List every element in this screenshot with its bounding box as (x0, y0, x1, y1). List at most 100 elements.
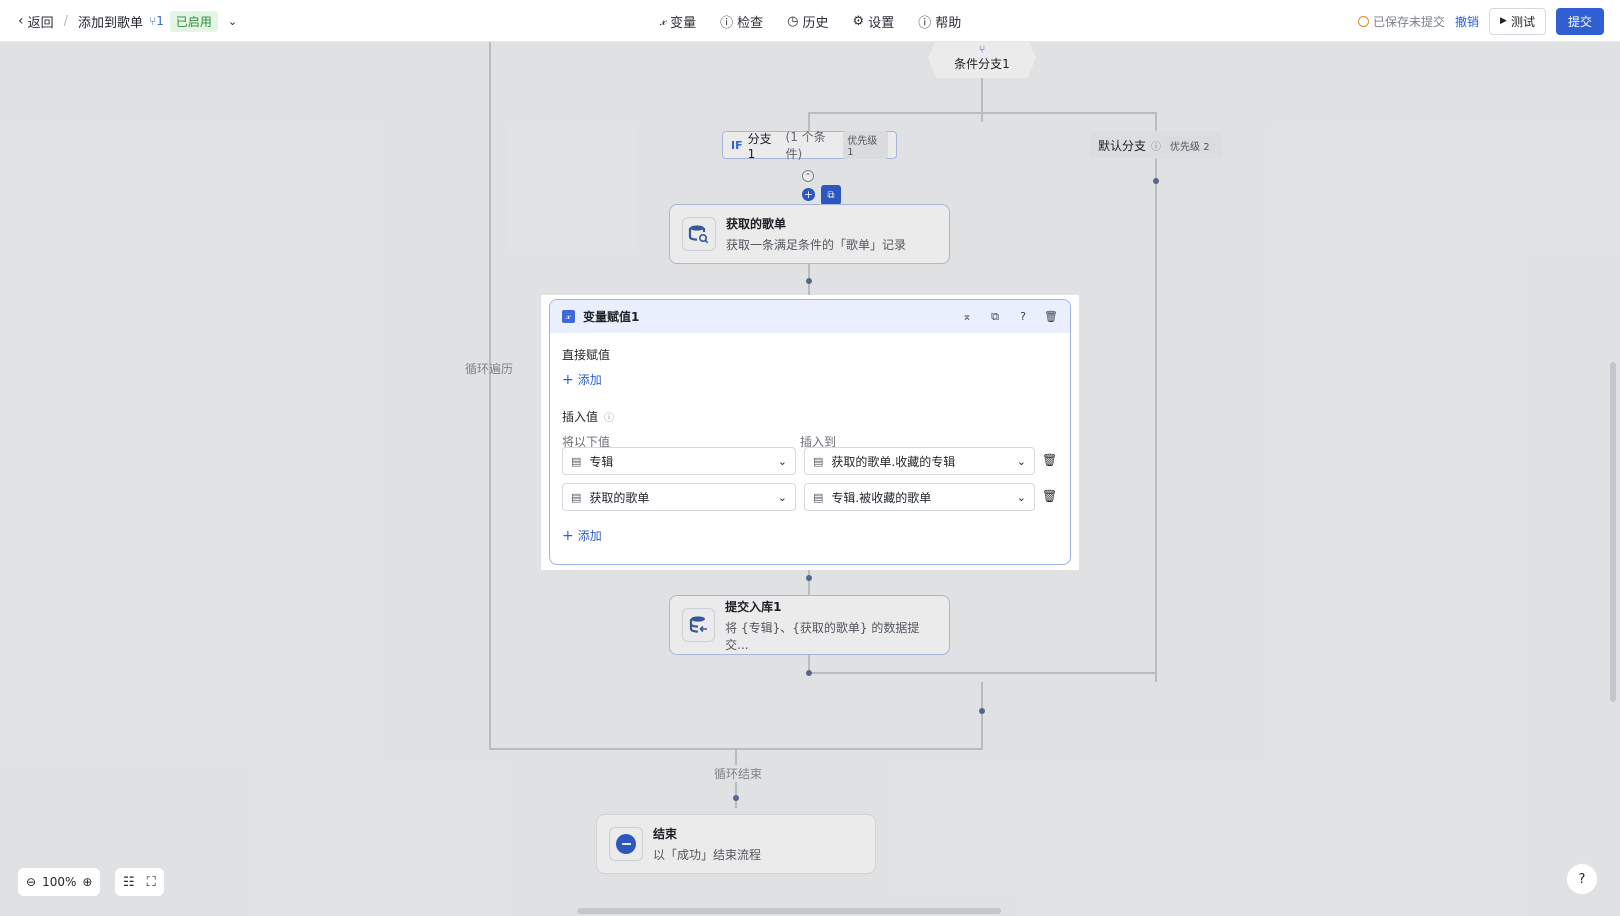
connector-dot (733, 795, 739, 801)
collapse-icon[interactable]: ⌃ (802, 170, 814, 182)
history-label: 历史 (802, 15, 829, 31)
add-direct-button[interactable]: + 添加 (562, 371, 602, 388)
node-text: 提交入库1 将 {专辑}、{获取的歌单} 的数据提交... (725, 598, 937, 653)
database-submit-icon (682, 608, 716, 642)
add-label: 添加 (577, 529, 602, 543)
info-circle-icon: ⓘ (720, 15, 734, 31)
add-insert-button[interactable]: + 添加 (562, 527, 602, 544)
vertical-scrollbar[interactable] (1610, 362, 1616, 702)
variables-button[interactable]: 𝓍 变量 (660, 12, 696, 31)
version-number: 1 (156, 14, 164, 28)
to-select-value: 专辑.被收藏的歌单 (831, 490, 932, 505)
variable-assign-panel: 𝓍 变量赋值1 ⌅ ⧉ ? 🗑 直接赋值 + 添加 插入值 ⓘ 将以下值 插入到 … (541, 295, 1079, 570)
to-select[interactable]: ▤ 专辑.被收藏的歌单 ⌄ (804, 483, 1035, 511)
submit-button[interactable]: 提交 (1555, 7, 1604, 35)
horizontal-scrollbar[interactable] (577, 908, 1001, 914)
check-button[interactable]: ⓘ 检查 (720, 12, 763, 31)
assign-icon: 𝓍 (562, 310, 575, 323)
help-button[interactable]: ⓘ 帮助 (918, 12, 961, 31)
if-branch-tag[interactable]: IF 分支 1 (1 个条件) 优先级 1 (722, 130, 897, 161)
chevron-left-icon: ‹ (18, 13, 24, 29)
submit-db-node[interactable]: 提交入库1 将 {专辑}、{获取的歌单} 的数据提交... (669, 595, 950, 655)
insert-section-header: 插入值 ⓘ (562, 408, 614, 425)
zoom-level: 100% (42, 875, 77, 889)
layout-controls: ☷ ⛶ (115, 868, 164, 896)
help-label: 帮助 (935, 15, 962, 31)
from-select[interactable]: ▤ 专辑 ⌄ (562, 447, 796, 475)
trash-icon[interactable]: 🗑 (1042, 453, 1057, 467)
copy-icon[interactable]: ⧉ (988, 310, 1002, 324)
save-status: 已保存未提交 (1358, 13, 1445, 30)
gear-icon: ⚙ (852, 13, 865, 29)
to-select[interactable]: ▤ 获取的歌单.收藏的专辑 ⌄ (804, 447, 1035, 475)
connector-dot (979, 708, 985, 714)
help-fab-icon[interactable]: ? (1566, 863, 1598, 895)
revoke-link[interactable]: 撤销 (1455, 13, 1479, 30)
fit-view-icon[interactable]: ⛶ (147, 875, 156, 890)
auto-layout-icon[interactable]: ☷ (123, 875, 135, 890)
end-node[interactable]: 结束 以「成功」结束流程 (596, 814, 876, 874)
trash-icon[interactable]: 🗑 (1044, 310, 1058, 324)
test-button[interactable]: ▶ 测试 (1489, 7, 1546, 35)
connector-dot (1153, 178, 1159, 184)
loop-label: 循环遍历 (465, 362, 514, 376)
settings-button[interactable]: ⚙ 设置 (853, 12, 895, 31)
if-branch-condition: (1 个条件) (785, 130, 826, 161)
node-title: 获取的歌单 (726, 217, 787, 231)
collapse-icon[interactable]: ⌅ (960, 310, 974, 324)
copy-icon[interactable]: ⧉ (821, 185, 841, 205)
add-node-icon[interactable]: + (802, 188, 815, 201)
history-icon: ◷ (787, 13, 799, 29)
zoom-out-icon[interactable]: ⊖ (26, 875, 36, 889)
topbar-center: 𝓍 变量 ⓘ 检查 ◷ 历史 ⚙ 设置 ⓘ 帮助 (660, 0, 961, 42)
help-icon[interactable]: ? (1016, 310, 1030, 324)
play-icon: ▶ (1500, 16, 1507, 26)
condition-node[interactable]: ⑂ 条件分支1 (928, 38, 1036, 78)
default-branch-line (1155, 112, 1157, 682)
zoom-in-icon[interactable]: ⊕ (82, 875, 92, 889)
info-icon: ⓘ (1151, 141, 1162, 153)
connector (808, 567, 810, 595)
node-title: 结束 (653, 827, 678, 841)
back-button[interactable]: ‹ 返回 (18, 12, 54, 31)
version-indicator[interactable]: ⑂1 (149, 14, 164, 28)
node-title: 提交入库1 (725, 599, 782, 614)
flow-name[interactable]: 添加到歌单 (78, 12, 143, 31)
chevron-down-icon[interactable]: ⌄ (228, 15, 237, 28)
add-label: 添加 (577, 373, 602, 387)
chevron-down-icon: ⌄ (777, 454, 787, 468)
topbar-right: 已保存未提交 撤销 ▶ 测试 提交 (1358, 0, 1604, 42)
settings-label: 设置 (868, 15, 895, 31)
warning-icon (1358, 15, 1370, 27)
node-subtitle: 将 {专辑}、{获取的歌单} 的数据提交... (725, 620, 920, 652)
loop-border-right-bottom (981, 682, 983, 750)
panel-card: 𝓍 变量赋值1 ⌅ ⧉ ? 🗑 直接赋值 + 添加 插入值 ⓘ 将以下值 插入到 … (549, 299, 1071, 565)
plus-icon: + (562, 371, 574, 388)
if-branch-name: 分支 1 (747, 131, 772, 161)
connector-dot (806, 575, 812, 581)
panel-header: 𝓍 变量赋值1 ⌅ ⧉ ? 🗑 (550, 300, 1070, 333)
save-status-text: 已保存未提交 (1373, 14, 1446, 29)
trash-icon[interactable]: 🗑 (1042, 489, 1057, 503)
from-select[interactable]: ▤ 获取的歌单 ⌄ (562, 483, 796, 511)
default-branch-name: 默认分支 (1098, 138, 1147, 153)
branch-split-line (808, 112, 1156, 114)
default-branch-tag[interactable]: 默认分支 ⓘ 优先级 2 (1090, 131, 1222, 159)
get-record-node[interactable]: 获取的歌单 获取一条满足条件的「歌单」记录 (669, 204, 950, 264)
condition-node-label: 条件分支1 (954, 56, 1010, 71)
history-button[interactable]: ◷ 历史 (787, 12, 828, 31)
field-icon: ▤ (571, 454, 582, 468)
topbar-left: ‹ 返回 / 添加到歌单 ⑂1 已启用 ⌄ (18, 0, 237, 42)
question-icon: ⓘ (918, 15, 932, 31)
priority-badge: 优先级 2 (1166, 136, 1214, 154)
breadcrumb-separator: / (63, 13, 69, 29)
to-select-value: 获取的歌单.收藏的专辑 (831, 454, 956, 469)
connector-dot (806, 670, 812, 676)
panel-title[interactable]: 变量赋值1 (583, 308, 952, 325)
node-text: 结束 以「成功」结束流程 (653, 825, 761, 863)
branch-icon: ⑂ (978, 42, 986, 56)
panel-actions: ⌅ ⧉ ? 🗑 (960, 310, 1058, 324)
from-select-value: 专辑 (589, 454, 614, 469)
node-subtitle: 以「成功」结束流程 (653, 848, 762, 862)
from-select-value: 获取的歌单 (589, 490, 650, 505)
